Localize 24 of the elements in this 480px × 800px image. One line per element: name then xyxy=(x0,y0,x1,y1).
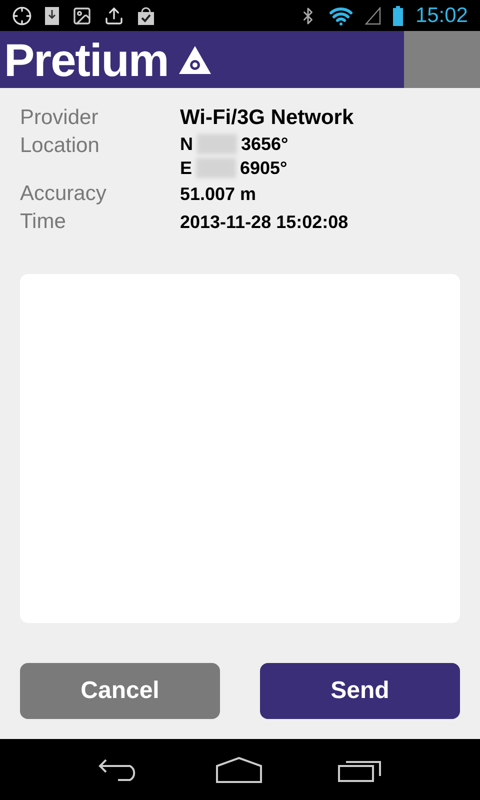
upload-icon xyxy=(104,6,124,26)
info-label: Location xyxy=(20,133,100,159)
home-icon[interactable] xyxy=(216,756,262,782)
download-icon xyxy=(44,6,60,26)
gps-icon xyxy=(12,6,32,26)
coordinate-hemisphere: N xyxy=(180,133,193,156)
info-value: Wi-Fi/3G Network xyxy=(180,106,354,130)
info-value: 6905° xyxy=(240,157,288,180)
status-time: 15:02 xyxy=(415,2,468,29)
info-value: 2013-11-28 15:02:08 xyxy=(180,211,348,234)
battery-icon xyxy=(393,6,404,26)
info-label: Accuracy xyxy=(20,181,108,207)
info-label: Provider xyxy=(20,105,100,131)
camera-triangle-icon xyxy=(178,44,212,74)
signal-icon xyxy=(365,6,382,24)
coordinate-hemisphere: E xyxy=(180,157,192,180)
image-icon xyxy=(72,6,92,26)
bag-check-icon xyxy=(136,6,156,26)
info-value: 51.007 m xyxy=(180,183,256,206)
info-label: Time xyxy=(20,209,67,235)
app-logo: Pretium xyxy=(4,36,168,82)
send-button[interactable]: Send xyxy=(260,663,460,719)
info-value: 3656° xyxy=(241,133,288,156)
cancel-button[interactable]: Cancel xyxy=(20,663,220,719)
